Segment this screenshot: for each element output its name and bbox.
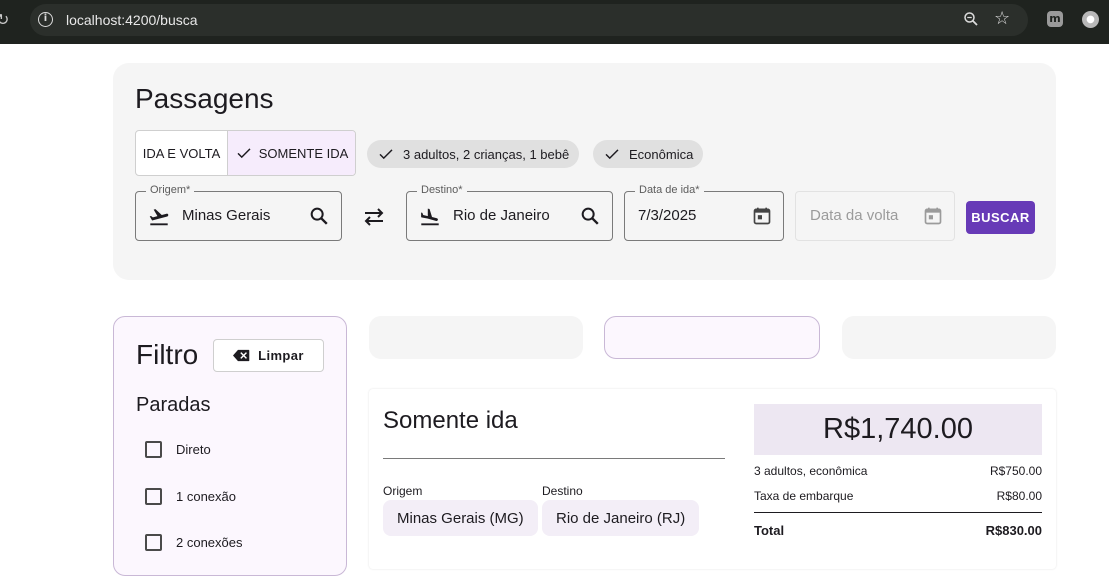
stops-two-connections-option[interactable]: 2 conexões [145,534,243,551]
round-trip-toggle[interactable]: IDA E VOLTA [136,131,228,175]
price-row-tax: Taxa de embarque R$80.00 [754,489,1042,503]
checkbox-direct[interactable] [145,441,162,458]
site-info-icon[interactable]: i [38,12,53,27]
result-destination-chip: Rio de Janeiro (RJ) [542,500,700,536]
stops-section-title: Paradas [136,394,211,416]
check-icon [379,149,393,160]
tax-label: Taxa de embarque [754,489,854,503]
return-date-field: Data da volta [795,191,955,241]
address-bar[interactable]: i localhost:4200/busca ☆ [30,4,1028,36]
checkbox-one-connection[interactable] [145,488,162,505]
passengers-price-label: 3 adultos, econômica [754,464,868,478]
price-divider [754,512,1042,513]
total-price: R$1,740.00 [754,404,1042,455]
stops-direct-option[interactable]: Direto [145,441,211,458]
departure-date-label: Data de ida* [635,184,704,196]
flight-result-card: Somente ida Origem Destino Minas Gerais … [369,389,1056,569]
check-icon [605,149,619,160]
price-row-passengers: 3 adultos, econômica R$750.00 [754,464,1042,478]
page-title: Passagens [135,83,274,114]
stops-two-label: 2 conexões [176,535,243,550]
passengers-chip[interactable]: 3 adultos, 2 crianças, 1 bebê [367,140,580,168]
stops-one-label: 1 conexão [176,489,236,504]
round-trip-label: IDA E VOLTA [142,145,221,161]
sort-tab-1[interactable] [369,316,583,359]
search-icon[interactable] [579,205,601,227]
sort-tab-3[interactable] [842,316,1056,359]
extension-icon[interactable]: m [1047,11,1063,27]
one-way-label: SOMENTE IDA [258,145,349,161]
tax-value: R$80.00 [996,489,1042,503]
price-row-total: Total R$830.00 [754,523,1042,538]
zoom-icon[interactable] [962,10,980,28]
url-text[interactable]: localhost:4200/busca [66,12,198,28]
return-date-placeholder: Data da volta [810,207,899,224]
origin-field-label: Origem* [146,184,195,196]
sort-tab-2[interactable] [604,316,820,359]
trip-type-toggle: IDA E VOLTA SOMENTE IDA [135,130,356,176]
bookmark-star-icon[interactable]: ☆ [994,8,1010,29]
result-title: Somente ida [383,407,518,434]
search-button[interactable]: BUSCAR [966,201,1035,234]
stops-direct-label: Direto [176,442,211,457]
one-way-toggle[interactable]: SOMENTE IDA [228,131,355,175]
stops-one-connection-option[interactable]: 1 conexão [145,488,236,505]
reload-icon[interactable]: ↻ [0,10,9,29]
travel-class-chip[interactable]: Econômica [593,140,704,168]
destination-input[interactable]: Rio de Janeiro [453,207,550,224]
origin-input[interactable]: Minas Gerais [182,207,270,224]
clear-filters-button[interactable]: Limpar [213,339,324,372]
divider [383,458,725,459]
search-icon[interactable] [308,205,330,227]
clear-filters-label: Limpar [258,348,304,363]
profile-avatar-icon[interactable]: ● [1082,11,1099,28]
departure-date-field[interactable]: Data de ida* 7/3/2025 [624,184,784,241]
calendar-icon[interactable] [752,206,772,226]
checkbox-two-connections[interactable] [145,534,162,551]
check-icon [237,148,251,159]
search-card: Passagens IDA E VOLTA SOMENTE IDA 3 adul… [113,63,1056,280]
origin-field[interactable]: Origem* Minas Gerais [135,184,342,241]
travel-class-chip-label: Econômica [629,146,694,162]
passengers-price-value: R$750.00 [989,464,1042,478]
total-label: Total [754,523,785,538]
passengers-chip-label: 3 adultos, 2 crianças, 1 bebê [403,146,570,162]
total-value: R$830.00 [985,523,1042,538]
backspace-icon [233,349,250,362]
result-origin-label: Origem [383,484,423,498]
destination-field[interactable]: Destino* Rio de Janeiro [406,184,613,241]
result-origin-chip: Minas Gerais (MG) [383,500,538,536]
destination-field-label: Destino* [417,184,467,196]
swap-icon[interactable] [361,206,387,228]
flight-land-icon [421,208,439,226]
calendar-icon [924,207,942,225]
browser-toolbar: ↻ i localhost:4200/busca ☆ m ● [0,0,1109,44]
filter-panel: Filtro Limpar Paradas Direto 1 conexão 2… [113,316,347,576]
filter-title: Filtro [136,339,199,370]
flight-takeoff-icon [149,209,169,226]
departure-date-input[interactable]: 7/3/2025 [638,207,696,224]
result-destination-label: Destino [542,484,583,498]
